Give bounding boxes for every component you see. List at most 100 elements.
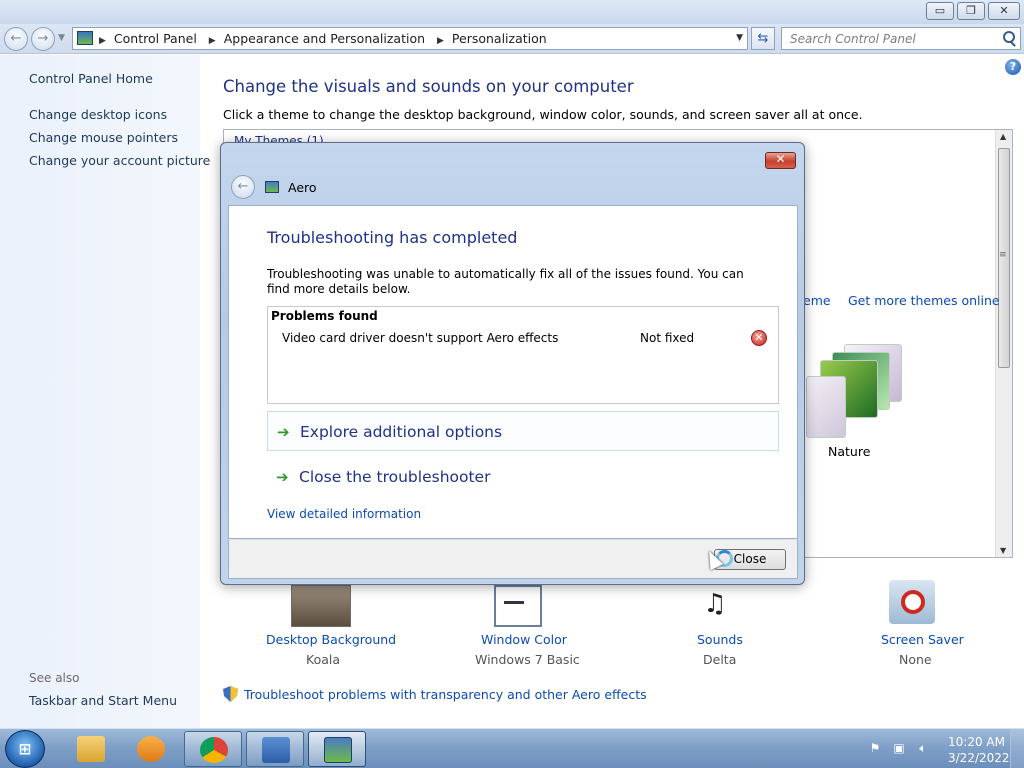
- scroll-down-icon[interactable]: ▼: [1000, 546, 1006, 555]
- shield-icon: [223, 686, 238, 702]
- back-arrow-icon: ←: [10, 31, 22, 46]
- maximize-button[interactable]: ❐: [957, 2, 985, 20]
- desktop-background-value: Koala: [306, 652, 341, 667]
- close-window-button[interactable]: ✕: [988, 2, 1020, 20]
- view-detailed-info-link[interactable]: View detailed information: [267, 507, 421, 521]
- change-mouse-pointers-link[interactable]: Change mouse pointers: [29, 130, 178, 145]
- nature-theme-thumbnail[interactable]: [806, 340, 904, 440]
- breadcrumb-control-panel[interactable]: Control Panel: [114, 31, 197, 46]
- chevron-down-icon[interactable]: ▼: [736, 33, 743, 43]
- address-bar[interactable]: ▶ Control Panel ▶ Appearance and Personali…: [72, 27, 748, 50]
- troubleshooter-dialog: ✕ ← Aero Troubleshooting has completed T…: [220, 142, 805, 585]
- theme-list-scrollbar[interactable]: ▲ ≡ ▼: [995, 130, 1012, 557]
- forward-arrow-icon: →: [37, 31, 49, 46]
- taskbar-aero-troubleshooter[interactable]: [308, 731, 366, 767]
- close-icon: ✕: [775, 152, 786, 166]
- dialog-body: Troubleshooting has completed Troublesho…: [228, 205, 798, 539]
- taskbar-file-explorer[interactable]: [62, 731, 120, 767]
- save-theme-link[interactable]: eme: [803, 293, 831, 308]
- help-icon[interactable]: ?: [1005, 59, 1021, 75]
- problem-name: Video card driver doesn't support Aero e…: [282, 331, 559, 345]
- screen-saver-link[interactable]: Screen Saver: [881, 632, 964, 647]
- close-troubleshooter-label: Close the troubleshooter: [299, 468, 491, 486]
- page-title: Change the visuals and sounds on your co…: [223, 77, 634, 96]
- taskbar-start-menu-link[interactable]: Taskbar and Start Menu: [29, 693, 177, 708]
- maximize-icon: ❐: [966, 4, 976, 17]
- start-button[interactable]: ⊞: [5, 730, 45, 768]
- nature-theme-label[interactable]: Nature: [828, 444, 870, 459]
- clock-time[interactable]: 10:20 AM: [948, 735, 1005, 749]
- windows-logo-icon: ⊞: [18, 740, 32, 758]
- aero-app-icon: [265, 181, 279, 193]
- minimize-icon: ▭: [934, 4, 946, 17]
- close-icon: ✕: [999, 4, 1009, 17]
- search-icon[interactable]: [1003, 31, 1015, 43]
- problems-header: Problems found: [271, 309, 378, 323]
- minimize-button[interactable]: ▭: [926, 2, 954, 20]
- address-row: ← → ▼ ▶ Control Panel ▶ Appearance and Per…: [0, 24, 1024, 54]
- dialog-close-button[interactable]: ✕: [765, 152, 796, 169]
- breadcrumb-appearance[interactable]: Appearance and Personalization: [224, 31, 425, 46]
- troubleshoot-aero-link[interactable]: Troubleshoot problems with transparency …: [244, 687, 647, 702]
- dialog-title: Aero: [288, 180, 317, 195]
- breadcrumb-separator-icon[interactable]: ▶: [209, 36, 216, 46]
- dialog-back-button[interactable]: ←: [231, 175, 255, 199]
- explore-options-label: Explore additional options: [300, 423, 503, 441]
- breadcrumb: ▶ Control Panel ▶ Appearance and Personali…: [97, 31, 547, 46]
- sounds-link[interactable]: Sounds: [697, 632, 743, 647]
- back-arrow-icon: ←: [237, 179, 249, 194]
- nature-card-preview: [806, 376, 846, 438]
- forward-button[interactable]: →: [31, 27, 55, 51]
- dialog-description: Troubleshooting was unable to automatica…: [267, 267, 744, 296]
- volume-icon[interactable]: 🔈︎: [916, 741, 930, 755]
- no-sign-icon: [901, 590, 925, 614]
- change-desktop-icons-link[interactable]: Change desktop icons: [29, 107, 167, 122]
- left-pane: Control Panel Home Change desktop icons …: [0, 55, 210, 728]
- error-icon: ✕: [751, 330, 767, 346]
- window-titlebar: ▭ ❐ ✕: [0, 0, 1024, 24]
- window-color-value: Windows 7 Basic: [475, 652, 580, 667]
- screen-saver-icon[interactable]: [889, 580, 935, 624]
- explore-options-button[interactable]: ➔ Explore additional options: [267, 411, 779, 451]
- breadcrumb-separator-icon[interactable]: ▶: [437, 36, 444, 46]
- show-desktop-button[interactable]: [1010, 729, 1024, 768]
- window-color-bar-icon: [504, 601, 524, 604]
- green-arrow-icon: ➔: [277, 423, 290, 441]
- control-panel-home-link[interactable]: Control Panel Home: [29, 71, 153, 86]
- clock-date[interactable]: 3/22/2022: [948, 751, 1010, 765]
- back-button[interactable]: ←: [4, 27, 28, 51]
- refresh-button[interactable]: ⇆: [751, 27, 775, 50]
- desktop-background-link[interactable]: Desktop Background: [266, 632, 396, 647]
- window-color-link[interactable]: Window Color: [481, 632, 567, 647]
- search-placeholder: Search Control Panel: [790, 32, 916, 46]
- taskbar-media-player[interactable]: [122, 731, 180, 767]
- taskbar-chrome[interactable]: [184, 731, 242, 767]
- window-color-icon[interactable]: [494, 585, 542, 627]
- page-subtitle: Click a theme to change the desktop back…: [223, 107, 863, 122]
- scroll-up-icon[interactable]: ▲: [1000, 132, 1006, 141]
- green-arrow-icon: ➔: [276, 468, 289, 486]
- action-center-flag-icon[interactable]: ⚑: [868, 741, 882, 755]
- media-player-icon: [137, 736, 165, 762]
- koala-thumbnail-icon[interactable]: [291, 585, 351, 627]
- see-also-heading: See also: [29, 671, 80, 685]
- control-panel-icon: [77, 31, 93, 45]
- recent-pages-dropdown[interactable]: ▼: [58, 33, 65, 43]
- get-more-themes-link[interactable]: Get more themes online: [848, 293, 1000, 308]
- taskbar: ⊞ ⚑ ▣ 🔈︎ 10:20 AM 3/22/2022: [0, 728, 1024, 768]
- breadcrumb-separator-icon[interactable]: ▶: [99, 36, 106, 46]
- screen-saver-value: None: [899, 652, 932, 667]
- taskbar-control-panel[interactable]: [246, 731, 304, 767]
- folder-icon: [77, 736, 105, 762]
- search-input[interactable]: Search Control Panel: [781, 27, 1021, 50]
- dialog-heading: Troubleshooting has completed: [267, 228, 518, 247]
- sounds-value: Delta: [703, 652, 737, 667]
- aero-app-icon: [324, 737, 352, 763]
- chrome-icon: [200, 737, 228, 763]
- change-account-picture-link[interactable]: Change your account picture: [29, 153, 210, 168]
- close-troubleshooter-button[interactable]: ➔ Close the troubleshooter: [267, 457, 779, 497]
- network-icon[interactable]: ▣: [892, 741, 906, 755]
- scroll-grip-icon: ≡: [999, 250, 1007, 260]
- breadcrumb-personalization[interactable]: Personalization: [452, 31, 547, 46]
- sounds-icon[interactable]: ♫: [692, 584, 738, 628]
